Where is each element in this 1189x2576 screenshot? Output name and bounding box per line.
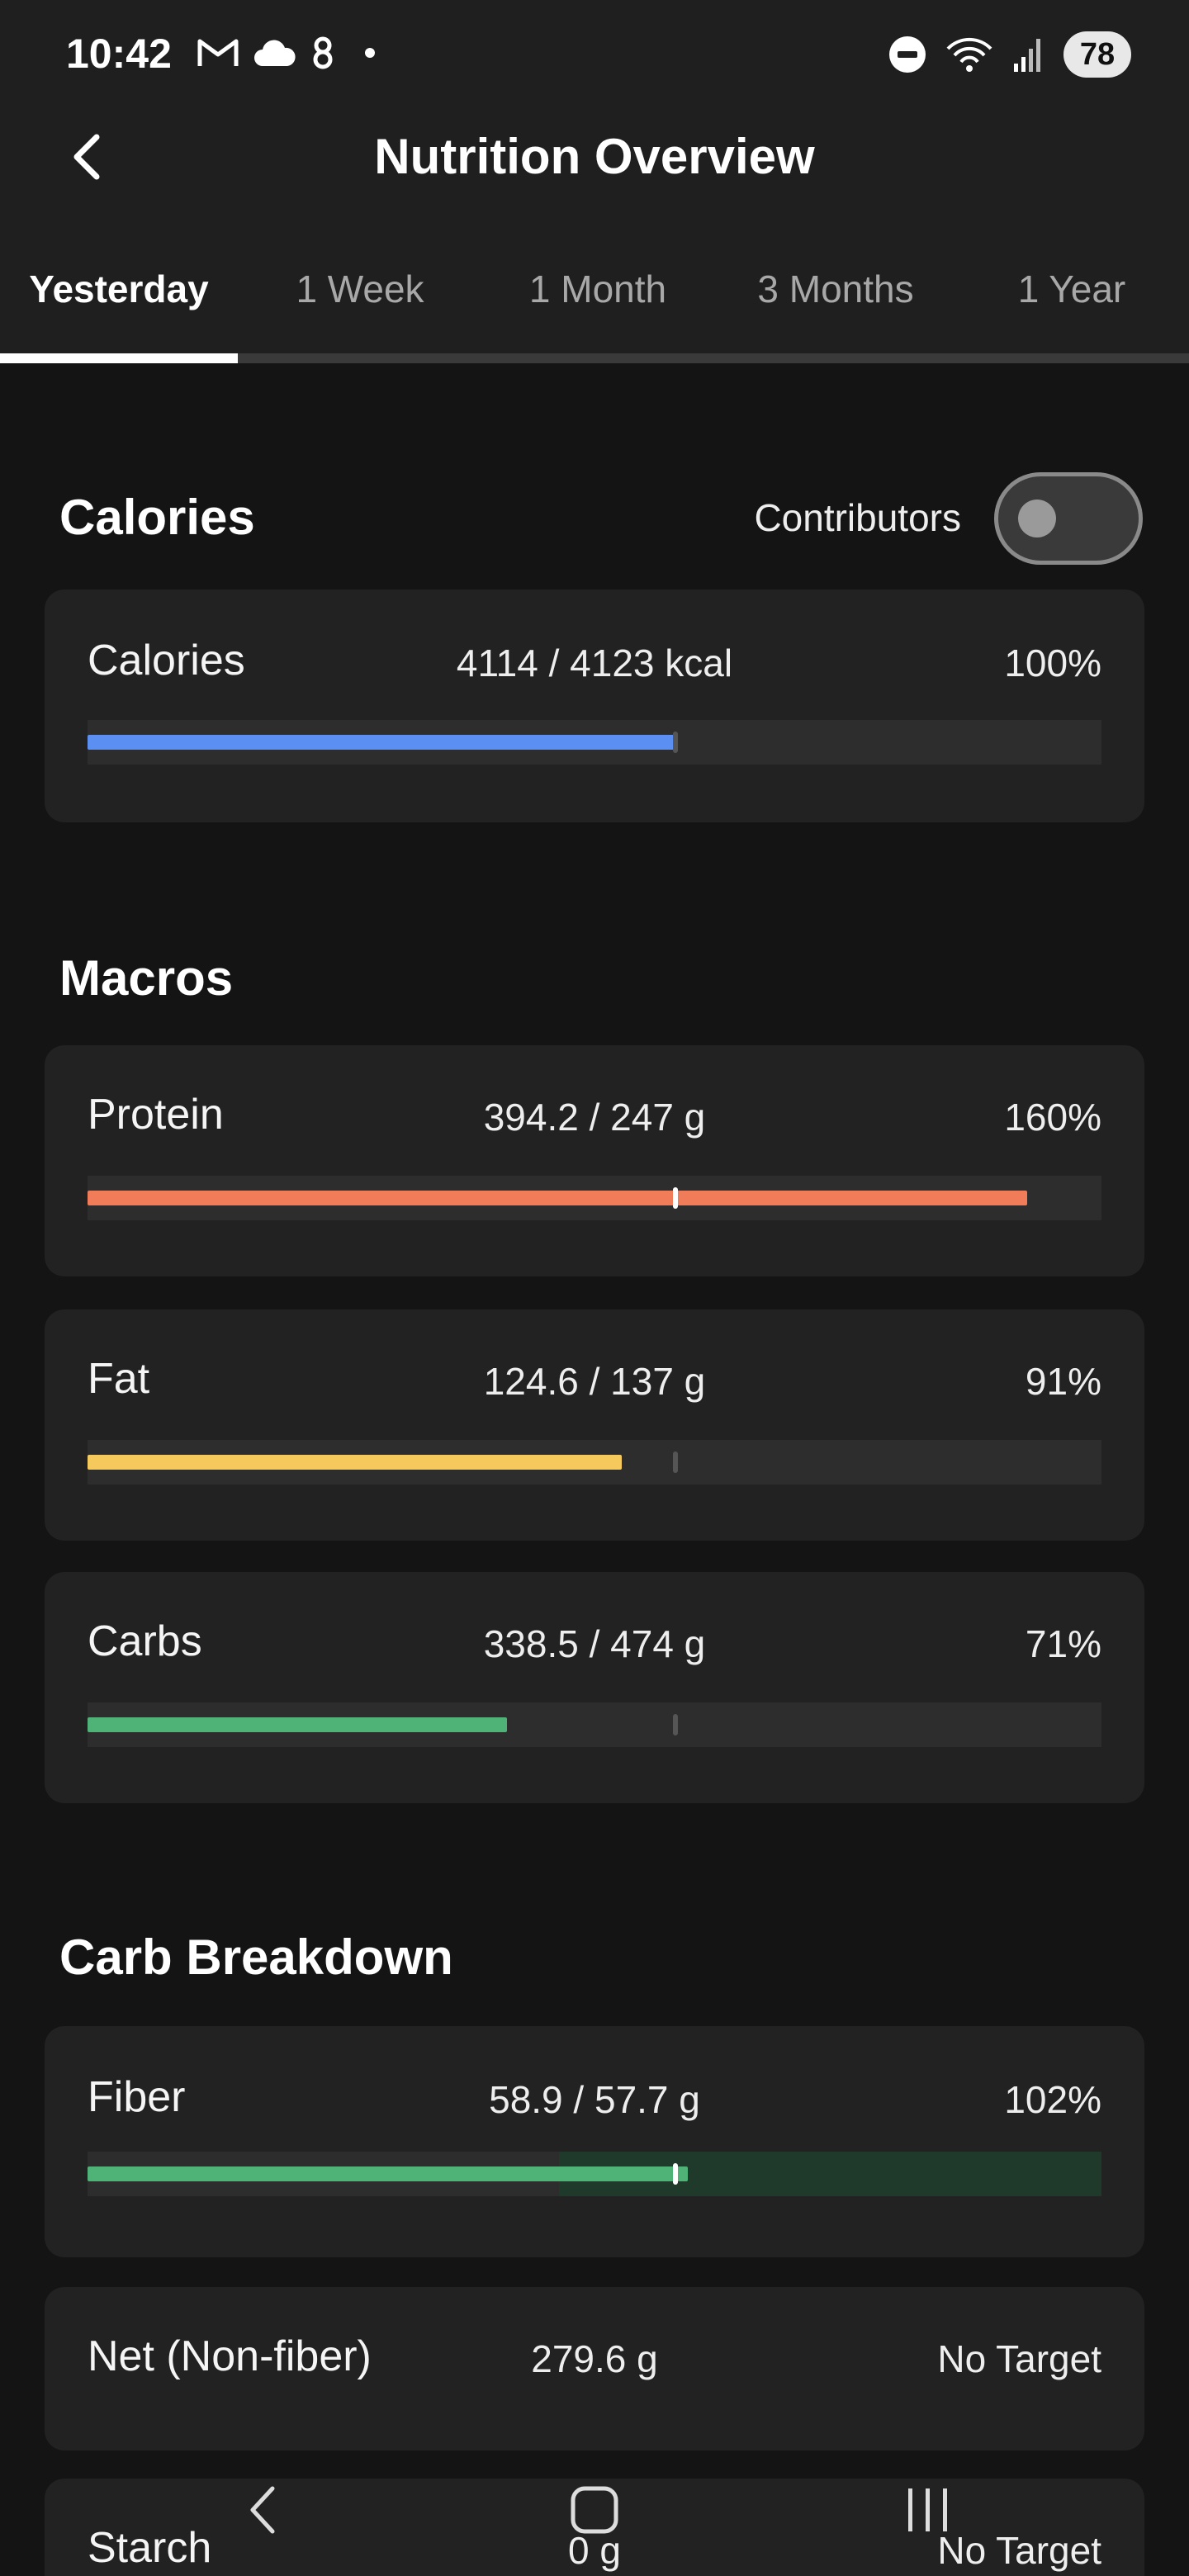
net-carbs-target: No Target xyxy=(937,2337,1101,2380)
tab-active-indicator xyxy=(0,353,238,363)
notification-icons xyxy=(197,36,381,69)
nav-home-button[interactable] xyxy=(545,2477,644,2543)
dnd-icon xyxy=(889,36,926,73)
protein-percent: 160% xyxy=(1004,1096,1101,1139)
dot-icon xyxy=(365,48,375,58)
cloud-icon xyxy=(254,40,296,66)
contributors-toggle[interactable] xyxy=(994,472,1143,565)
system-icons: 78 xyxy=(888,31,1131,78)
fat-percent: 91% xyxy=(1025,1360,1101,1403)
carbs-target-marker xyxy=(673,1714,678,1735)
protein-progress-fill xyxy=(88,1191,1027,1205)
gmail-icon xyxy=(197,39,239,66)
carbs-progress-fill xyxy=(88,1717,507,1732)
carb-breakdown-section-title: Carb Breakdown xyxy=(59,1930,453,1985)
carbs-progress-bar xyxy=(88,1702,1101,1747)
calories-section-title: Calories xyxy=(59,490,255,545)
toggle-knob xyxy=(1018,500,1056,537)
calories-amount: 4114 / 4123 kcal xyxy=(456,642,733,684)
page-title: Nutrition Overview xyxy=(374,129,815,184)
tab-1-week[interactable]: 1 Week xyxy=(241,256,479,322)
net-carbs-card[interactable]: Net (Non-fiber) 279.6 g No Target xyxy=(45,2287,1144,2451)
protein-progress-bar xyxy=(88,1176,1101,1220)
protein-card[interactable]: Protein 394.2 / 247 g 160% xyxy=(45,1045,1144,1276)
macros-section-title: Macros xyxy=(59,950,234,1006)
tab-yesterday[interactable]: Yesterday xyxy=(0,256,238,322)
carbs-amount: 338.5 / 474 g xyxy=(483,1622,706,1665)
tab-1-year[interactable]: 1 Year xyxy=(953,256,1189,322)
tab-3-months[interactable]: 3 Months xyxy=(717,256,955,322)
carbs-percent: 71% xyxy=(1025,1622,1101,1665)
system-nav-bar xyxy=(0,2460,1189,2576)
fiber-amount: 58.9 / 57.7 g xyxy=(489,2078,700,2121)
calories-percent: 100% xyxy=(1004,642,1101,684)
calories-card[interactable]: Calories 4114 / 4123 kcal 100% xyxy=(45,590,1144,822)
fiber-target-marker xyxy=(673,2163,678,2185)
contributors-label: Contributors xyxy=(754,496,961,539)
battery-indicator: 78 xyxy=(1063,31,1131,78)
protein-amount: 394.2 / 247 g xyxy=(483,1096,706,1139)
fiber-percent: 102% xyxy=(1004,2078,1101,2121)
nav-recents-button[interactable] xyxy=(879,2477,978,2543)
fat-card[interactable]: Fat 124.6 / 137 g 91% xyxy=(45,1309,1144,1541)
fat-progress-bar xyxy=(88,1440,1101,1485)
fat-amount: 124.6 / 137 g xyxy=(483,1360,706,1403)
tab-1-month[interactable]: 1 Month xyxy=(479,256,717,322)
carbs-card[interactable]: Carbs 338.5 / 474 g 71% xyxy=(45,1572,1144,1803)
nav-back-icon xyxy=(250,2486,275,2534)
nav-back-button[interactable] xyxy=(213,2477,312,2543)
nav-recents-icon xyxy=(908,2488,947,2531)
calories-target-marker xyxy=(673,732,678,753)
status-bar: 10:42 78 xyxy=(0,0,1189,107)
period-tabs: Yesterday 1 Week 1 Month 3 Months 1 Year xyxy=(0,256,1189,322)
fiber-progress-bar xyxy=(88,2152,1101,2196)
fat-progress-fill xyxy=(88,1455,622,1470)
fiber-progress-fill xyxy=(88,2166,688,2181)
wifi-icon xyxy=(946,37,992,72)
nav-home-icon xyxy=(571,2486,618,2534)
status-time: 10:42 xyxy=(66,31,172,77)
protein-target-marker xyxy=(673,1187,678,1209)
calories-progress-fill xyxy=(88,735,675,750)
calories-progress-bar xyxy=(88,720,1101,765)
fat-target-marker xyxy=(673,1451,678,1473)
fiber-card[interactable]: Fiber 58.9 / 57.7 g 102% xyxy=(45,2026,1144,2257)
signal-icon xyxy=(1014,39,1040,72)
app-icon xyxy=(313,36,333,69)
